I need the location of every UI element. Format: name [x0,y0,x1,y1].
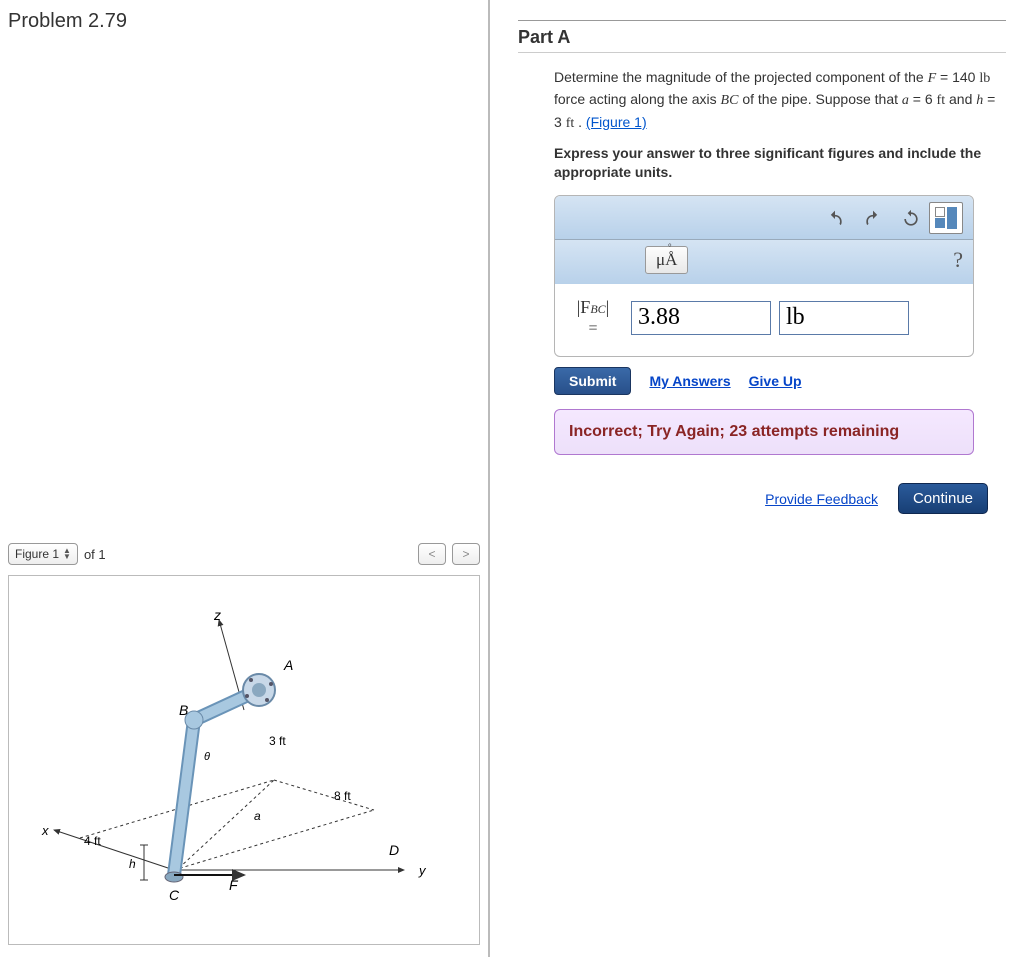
figure-toolbar: Figure 1 ▲▼ of 1 < > [8,540,480,568]
redo-button[interactable] [859,205,887,233]
question-text: Determine the magnitude of the projected… [554,67,1006,134]
answer-value-input[interactable] [631,301,771,335]
figure-prev-button[interactable]: < [418,543,446,565]
svg-text:z: z [213,607,221,623]
feedback-box: Incorrect; Try Again; 23 attempts remain… [554,409,974,456]
my-answers-link[interactable]: My Answers [649,373,730,389]
svg-text:F: F [229,877,239,893]
svg-text:3 ft: 3 ft [269,734,286,748]
feedback-text: Incorrect; Try Again; 23 attempts remain… [569,422,959,443]
units-button[interactable]: μ°Å [645,246,688,274]
svg-text:B: B [179,702,188,718]
figure-link[interactable]: (Figure 1) [586,114,647,130]
figure-next-button[interactable]: > [452,543,480,565]
part-title: Part A [518,27,1006,48]
reset-button[interactable] [897,205,925,233]
help-button[interactable]: ? [953,247,963,273]
answer-variable-label: |FBC| = [563,298,623,338]
continue-button[interactable]: Continue [898,483,988,514]
svg-text:a: a [254,809,261,823]
svg-text:A: A [283,657,293,673]
undo-icon [825,209,845,229]
template-button[interactable] [929,202,963,234]
provide-feedback-link[interactable]: Provide Feedback [765,491,878,507]
svg-text:C: C [169,887,180,903]
instruction-text: Express your answer to three significant… [554,144,1006,183]
svg-text:D: D [389,842,399,858]
svg-text:h: h [129,857,136,871]
figure-of-label: of 1 [84,547,106,562]
undo-button[interactable] [821,205,849,233]
reset-icon [901,209,921,229]
answer-toolbar [555,196,973,240]
stepper-icon: ▲▼ [63,548,71,560]
figure-image: z A B θ 3 ft 8 ft 4 ft a h C F D y x [8,575,480,945]
figure-selector-label: Figure 1 [15,547,59,561]
submit-button[interactable]: Submit [554,367,631,395]
svg-text:θ: θ [204,751,210,763]
figure-selector[interactable]: Figure 1 ▲▼ [8,543,78,565]
answer-unit-input[interactable] [779,301,909,335]
answer-panel: μ°Å ? |FBC| = [554,195,974,357]
svg-text:y: y [418,863,427,878]
problem-title: Problem 2.79 [8,10,480,33]
svg-text:x: x [41,823,49,838]
svg-text:4 ft: 4 ft [84,834,101,848]
give-up-link[interactable]: Give Up [749,373,802,389]
redo-icon [863,209,883,229]
svg-text:8 ft: 8 ft [334,789,351,803]
